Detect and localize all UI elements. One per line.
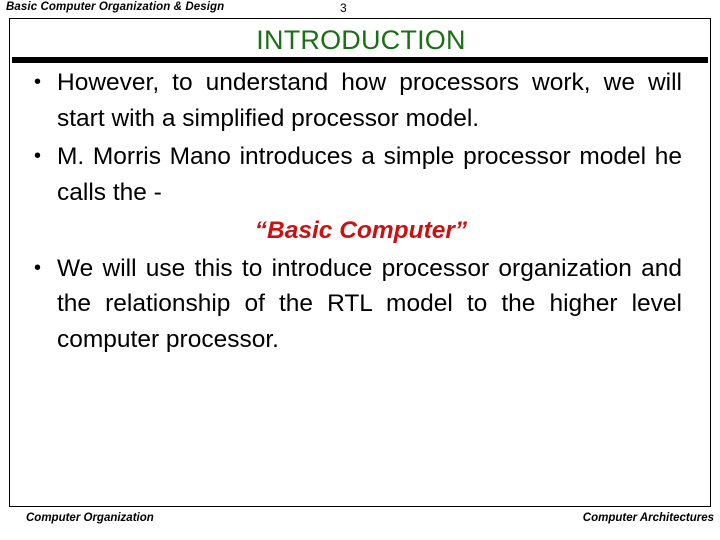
footer-left-label: Computer Organization [26,512,154,524]
bullet-item: We will use this to introduce processor … [10,251,712,358]
slide-body: However, to understand how processors wo… [10,65,712,495]
slide: Basic Computer Organization & Design 3 I… [0,0,720,540]
bullet-item: However, to understand how processors wo… [10,65,712,136]
slide-content-box: INTRODUCTION However, to understand how … [9,18,711,507]
title-divider-rule [12,57,708,63]
header-title: Basic Computer Organization & Design [6,1,225,13]
page-number: 3 [340,1,347,15]
slide-footer: Computer Organization Computer Architect… [0,512,720,540]
footer-right-label: Computer Architectures [582,512,714,524]
highlighted-quote: “Basic Computer” [254,217,468,244]
slide-header: Basic Computer Organization & Design 3 [0,0,720,18]
bullet-item: M. Morris Mano introduces a simple proce… [10,139,712,210]
page-title: INTRODUCTION [256,25,466,55]
